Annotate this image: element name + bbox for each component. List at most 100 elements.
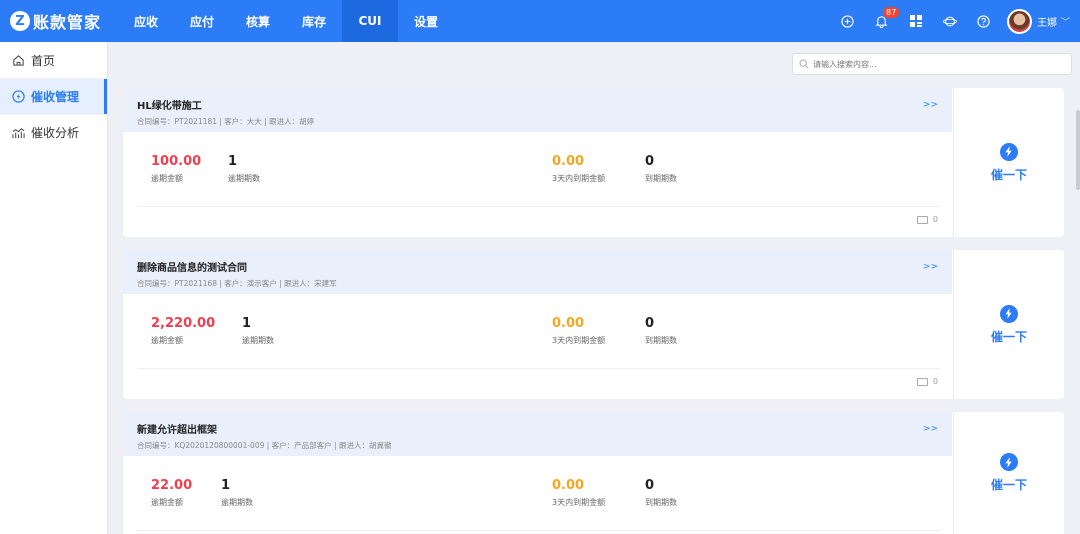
search-input[interactable] bbox=[813, 59, 1053, 69]
more-link[interactable]: >> bbox=[923, 100, 938, 110]
due-periods-label: 到期期数 bbox=[645, 174, 677, 183]
main-nav: 应收 应付 核算 库存 CUI 设置 bbox=[118, 0, 454, 42]
message-icon bbox=[916, 377, 928, 386]
due-3days-stat: 0.00 3天内到期金额 bbox=[552, 478, 605, 508]
urge-label: 催一下 bbox=[990, 478, 1027, 492]
sidebar-item-label: 催收分析 bbox=[31, 126, 80, 140]
lightning-icon bbox=[1000, 453, 1018, 471]
due-periods-stat: 0 到期期数 bbox=[645, 154, 677, 184]
comment-count[interactable]: 0 bbox=[916, 215, 938, 224]
home-icon bbox=[11, 53, 25, 67]
overdue-periods-label: 逾期期数 bbox=[228, 174, 260, 183]
nav-item-settings[interactable]: 设置 bbox=[398, 0, 454, 42]
card-header: 新建允许超出框架 合同编号：KQ2020120800001-009 | 客户：产… bbox=[123, 412, 952, 456]
comment-count-value: 0 bbox=[932, 215, 938, 224]
bell-icon[interactable]: 87 bbox=[865, 0, 900, 42]
lightning-icon bbox=[11, 90, 25, 104]
chart-icon bbox=[11, 126, 25, 140]
sidebar-item-collection-management[interactable]: 催收管理 bbox=[0, 78, 107, 115]
sidebar: 首页 催收管理 催收分析 bbox=[0, 42, 108, 534]
comment-count[interactable]: 0 bbox=[916, 377, 938, 386]
due-3days-value: 0.00 bbox=[552, 154, 585, 169]
chevron-down-icon[interactable]: ﹀ bbox=[1061, 15, 1070, 28]
nav-item-accounting[interactable]: 核算 bbox=[230, 0, 286, 42]
contract-meta: 合同编号：PT2021168 | 客户：演示客户 | 跟进人：宋建军 bbox=[137, 279, 337, 288]
scrollbar[interactable] bbox=[1076, 110, 1080, 190]
header-actions: 87 王娜 ﹀ bbox=[831, 0, 1080, 42]
contract-title[interactable]: HL绿化带施工 bbox=[137, 97, 952, 112]
app-logo[interactable]: Z 账款管家 bbox=[0, 9, 118, 33]
due-periods-value: 0 bbox=[645, 154, 655, 169]
contract-card: HL绿化带施工 合同编号：PT2021181 | 客户：大大 | 跟进人：胡婷 … bbox=[123, 88, 1064, 237]
overdue-periods-label: 逾期期数 bbox=[221, 498, 253, 507]
due-periods-stat: 0 到期期数 bbox=[645, 316, 677, 346]
nav-item-payable[interactable]: 应付 bbox=[174, 0, 230, 42]
card-divider bbox=[137, 206, 940, 207]
overdue-amount-stat: 2,220.00 逾期金额 bbox=[151, 316, 215, 346]
due-periods-value: 0 bbox=[645, 478, 655, 493]
notification-badge: 87 bbox=[882, 7, 900, 18]
urge-label: 催一下 bbox=[990, 329, 1027, 344]
nav-item-receivable[interactable]: 应收 bbox=[118, 0, 174, 42]
help-icon[interactable] bbox=[967, 0, 1001, 42]
overdue-periods-value: 1 bbox=[221, 478, 231, 493]
due-3days-label: 3天内到期金额 bbox=[552, 336, 606, 345]
sidebar-item-label: 首页 bbox=[31, 53, 56, 68]
lightning-icon bbox=[1000, 142, 1018, 161]
user-avatar[interactable] bbox=[1006, 8, 1032, 34]
due-3days-value: 0.00 bbox=[552, 478, 585, 493]
contract-title[interactable]: 新建允许超出框架 bbox=[137, 421, 952, 436]
service-icon[interactable] bbox=[933, 0, 967, 42]
overdue-amount-label: 逾期金额 bbox=[151, 174, 183, 183]
overdue-amount-stat: 100.00 逾期金额 bbox=[151, 154, 201, 184]
contract-title[interactable]: 删除商品信息的测试合同 bbox=[137, 259, 952, 274]
urge-button[interactable]: 催一下 bbox=[953, 88, 1064, 237]
comment-count-value: 0 bbox=[932, 377, 938, 386]
due-3days-stat: 0.00 3天内到期金额 bbox=[552, 316, 605, 346]
more-link[interactable]: >> bbox=[923, 262, 938, 272]
overdue-amount-value: 100.00 bbox=[151, 154, 202, 169]
logo-mark: Z bbox=[10, 11, 30, 31]
contract-meta: 合同编号：KQ2020120800001-009 | 客户：产品部客户 | 跟进… bbox=[137, 441, 392, 450]
due-3days-stat: 0.00 3天内到期金额 bbox=[552, 154, 605, 184]
more-link[interactable]: >> bbox=[923, 424, 938, 434]
card-header: HL绿化带施工 合同编号：PT2021181 | 客户：大大 | 跟进人：胡婷 … bbox=[123, 88, 952, 132]
user-name[interactable]: 王娜 bbox=[1037, 14, 1057, 29]
top-nav-bar: Z 账款管家 应收 应付 核算 库存 CUI 设置 87 王娜 ﹀ bbox=[0, 0, 1080, 42]
search-box[interactable] bbox=[792, 53, 1072, 75]
due-3days-label: 3天内到期金额 bbox=[552, 174, 606, 183]
contract-card: 新建允许超出框架 合同编号：KQ2020120800001-009 | 客户：产… bbox=[123, 412, 1064, 534]
apps-icon[interactable] bbox=[899, 0, 933, 42]
overdue-periods-value: 1 bbox=[228, 154, 238, 169]
card-header: 删除商品信息的测试合同 合同编号：PT2021168 | 客户：演示客户 | 跟… bbox=[123, 250, 952, 294]
overdue-periods-stat: 1 逾期期数 bbox=[228, 154, 260, 184]
nav-item-inventory[interactable]: 库存 bbox=[286, 0, 342, 42]
overdue-periods-stat: 1 逾期期数 bbox=[242, 316, 274, 346]
overdue-amount-value: 22.00 bbox=[151, 478, 193, 493]
app-name: 账款管家 bbox=[33, 13, 102, 32]
urge-label: 催一下 bbox=[990, 167, 1027, 182]
urge-button[interactable]: 催一下 bbox=[953, 250, 1064, 399]
sidebar-item-collection-analysis[interactable]: 催收分析 bbox=[0, 114, 107, 150]
nav-item-cui[interactable]: CUI bbox=[342, 0, 398, 42]
overdue-amount-label: 逾期金额 bbox=[151, 336, 183, 345]
due-periods-value: 0 bbox=[645, 316, 655, 331]
due-periods-label: 到期期数 bbox=[645, 498, 677, 507]
sidebar-item-home[interactable]: 首页 bbox=[0, 42, 107, 78]
overdue-periods-stat: 1 逾期期数 bbox=[221, 478, 253, 508]
overdue-amount-stat: 22.00 逾期金额 bbox=[151, 478, 192, 508]
due-periods-label: 到期期数 bbox=[645, 336, 677, 345]
overdue-amount-label: 逾期金额 bbox=[151, 498, 183, 507]
overdue-amount-value: 2,220.00 bbox=[151, 316, 216, 331]
overdue-periods-value: 1 bbox=[242, 316, 252, 331]
contract-meta: 合同编号：PT2021181 | 客户：大大 | 跟进人：胡婷 bbox=[137, 117, 315, 126]
due-3days-value: 0.00 bbox=[552, 316, 585, 331]
card-divider bbox=[137, 368, 940, 369]
add-icon[interactable] bbox=[831, 0, 865, 42]
due-3days-label: 3天内到期金额 bbox=[552, 498, 606, 507]
urge-button[interactable]: 催一下 bbox=[953, 412, 1064, 534]
due-periods-stat: 0 到期期数 bbox=[645, 478, 677, 508]
card-divider bbox=[137, 530, 940, 531]
contract-card: 删除商品信息的测试合同 合同编号：PT2021168 | 客户：演示客户 | 跟… bbox=[123, 250, 1064, 399]
lightning-icon bbox=[1000, 304, 1018, 323]
